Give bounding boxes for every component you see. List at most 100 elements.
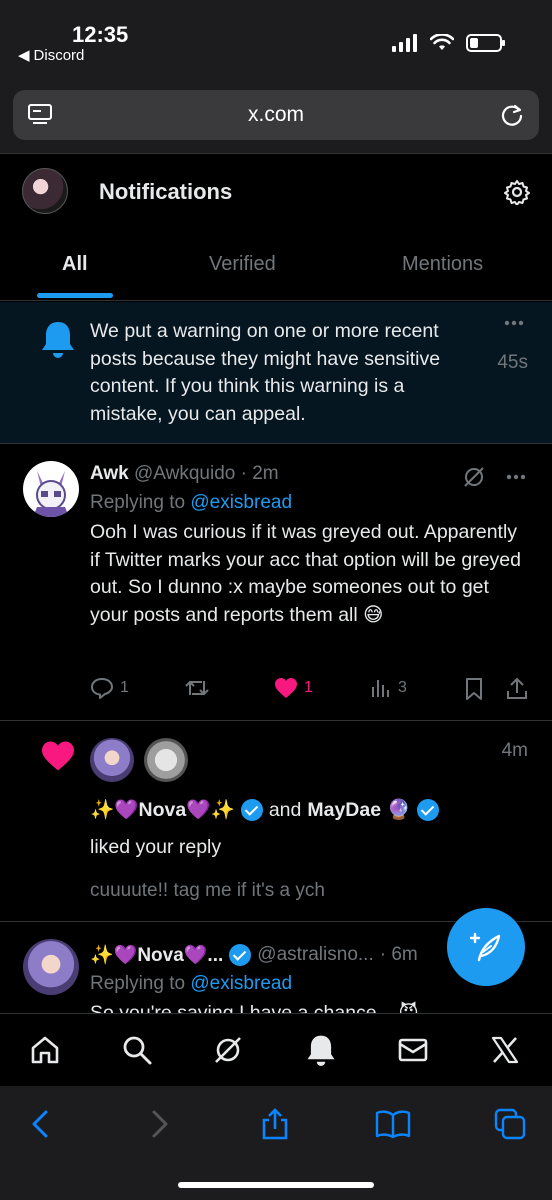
reply-icon: [91, 678, 113, 699]
liker-2-name[interactable]: MayDae 🔮: [307, 798, 410, 822]
replying-prefix: Replying to: [90, 973, 186, 994]
bottom-navigation: [0, 1013, 552, 1086]
replying-to: Replying to @exisbread: [90, 973, 292, 995]
verified-badge-icon: [229, 944, 252, 966]
like-notification[interactable]: 4m ✨💜Nova💜✨ and MayDae 🔮 liked your repl…: [0, 722, 552, 922]
notice-text: We put a warning on one or more recent p…: [90, 320, 441, 425]
tweet-text: So you're saying I have a chance... 😈: [90, 1002, 419, 1013]
address-bar[interactable]: x.com: [13, 90, 539, 140]
heart-icon: [42, 741, 74, 771]
tab-verified[interactable]: Verified: [209, 253, 276, 276]
grok-icon: [215, 1037, 241, 1063]
author-name[interactable]: ✨💜Nova💜...: [90, 943, 223, 967]
avatar-illustration: [33, 471, 69, 517]
bookmark-button[interactable]: [464, 677, 484, 701]
nav-notifications[interactable]: [303, 1032, 339, 1068]
maydae-avatar[interactable]: [144, 738, 188, 782]
reply-count: 1: [120, 679, 129, 696]
chevron-right-icon: [152, 1110, 168, 1138]
gear-icon[interactable]: [504, 179, 530, 205]
user-avatar[interactable]: [23, 461, 79, 517]
bookmark-icon: [466, 678, 482, 700]
tweet-time: · 2m: [240, 463, 279, 484]
author-handle[interactable]: @Awkquido: [134, 463, 235, 484]
replying-to-handle[interactable]: @exisbread: [190, 973, 292, 994]
url-text: x.com: [247, 103, 304, 126]
user-avatar[interactable]: [23, 939, 79, 995]
compose-post-button[interactable]: [447, 908, 525, 986]
reply-button[interactable]: 1: [90, 677, 129, 699]
share-icon: [262, 1108, 288, 1140]
more-options-icon[interactable]: [506, 474, 526, 480]
notification-tabs: All Verified Mentions: [0, 245, 552, 301]
nav-messages[interactable]: [395, 1032, 431, 1068]
verified-badge-icon: [240, 799, 263, 821]
compose-feather-icon: [469, 932, 501, 962]
page-title: Notifications: [99, 179, 233, 204]
more-options-icon[interactable]: [504, 320, 524, 326]
back-triangle-icon: ◀: [18, 47, 30, 64]
status-icons: [392, 34, 505, 52]
like-count: 1: [304, 679, 313, 696]
tweet-actions: 1 1 3: [90, 677, 530, 703]
tweet-text: Ooh I was curious if it was greyed out. …: [90, 521, 521, 626]
home-icon: [31, 1036, 59, 1064]
cellular-signal-icon: [392, 34, 417, 52]
like-button[interactable]: 1: [274, 677, 313, 699]
tab-mentions[interactable]: Mentions: [402, 253, 483, 276]
tweet-time: · 6m: [379, 944, 418, 965]
nova-avatar[interactable]: [90, 738, 134, 782]
browser-tabs-button[interactable]: [492, 1106, 528, 1142]
conjunction: and: [268, 798, 302, 821]
browser-address-area: x.com: [0, 80, 552, 154]
active-tab-indicator: [37, 293, 113, 298]
clock: 12:35: [72, 22, 129, 47]
replying-to-handle[interactable]: @exisbread: [190, 492, 292, 513]
back-to-app[interactable]: ◀ Discord: [18, 46, 85, 65]
views-button[interactable]: 3: [370, 677, 407, 699]
envelope-icon: [398, 1038, 428, 1062]
tweet-header: ✨💜Nova💜... @astralisno... · 6m: [90, 943, 418, 967]
share-button[interactable]: [506, 677, 528, 701]
back-app-label: Discord: [33, 46, 85, 64]
browser-back-button[interactable]: [22, 1106, 58, 1142]
browser-forward-button[interactable]: [142, 1106, 178, 1142]
nav-home[interactable]: [27, 1032, 63, 1068]
like-action-text: liked your reply: [90, 836, 222, 858]
share-icon: [507, 677, 527, 699]
tabs-icon: [494, 1108, 526, 1140]
bell-icon: [42, 322, 74, 358]
status-bar: 12:35 ◀ Discord: [0, 0, 552, 80]
tweet-top-icons: [462, 465, 526, 489]
nav-x-premium[interactable]: [487, 1032, 523, 1068]
browser-share-button[interactable]: [257, 1106, 293, 1142]
battery-icon: [466, 34, 505, 52]
author-handle[interactable]: @astralisno...: [257, 944, 373, 966]
author-name[interactable]: Awk: [90, 463, 129, 484]
notice-time: 45s: [497, 352, 528, 373]
reload-icon[interactable]: [499, 102, 525, 128]
profile-avatar[interactable]: [22, 168, 68, 214]
reply-tweet[interactable]: Awk @Awkquido · 2m Replying to @exisbrea…: [0, 445, 552, 721]
search-icon: [123, 1036, 152, 1065]
nav-grok[interactable]: [210, 1032, 246, 1068]
chevron-left-icon: [32, 1110, 48, 1138]
browser-bookmarks-button[interactable]: [375, 1106, 411, 1142]
liker-1-name[interactable]: ✨💜Nova💜✨: [90, 798, 235, 822]
verified-badge-icon: [416, 799, 439, 821]
grok-icon[interactable]: [462, 465, 486, 489]
home-indicator[interactable]: [178, 1182, 374, 1188]
heart-filled-icon: [275, 678, 297, 698]
tweet-header: Awk @Awkquido · 2m: [90, 463, 279, 485]
replying-prefix: Replying to: [90, 492, 186, 513]
liked-post-preview: cuuuute!! tag me if it's a ych: [90, 880, 325, 901]
views-chart-icon: [372, 680, 389, 697]
tab-all[interactable]: All: [62, 253, 88, 276]
notifications-header: Notifications All Verified Mentions: [0, 155, 552, 301]
nav-search[interactable]: [119, 1032, 155, 1068]
bell-filled-icon: [307, 1035, 335, 1066]
replying-to: Replying to @exisbread: [90, 492, 292, 514]
sensitive-content-notice[interactable]: We put a warning on one or more recent p…: [0, 302, 552, 444]
repost-button[interactable]: [184, 677, 210, 699]
liker-names: ✨💜Nova💜✨ and MayDae 🔮: [90, 798, 439, 822]
